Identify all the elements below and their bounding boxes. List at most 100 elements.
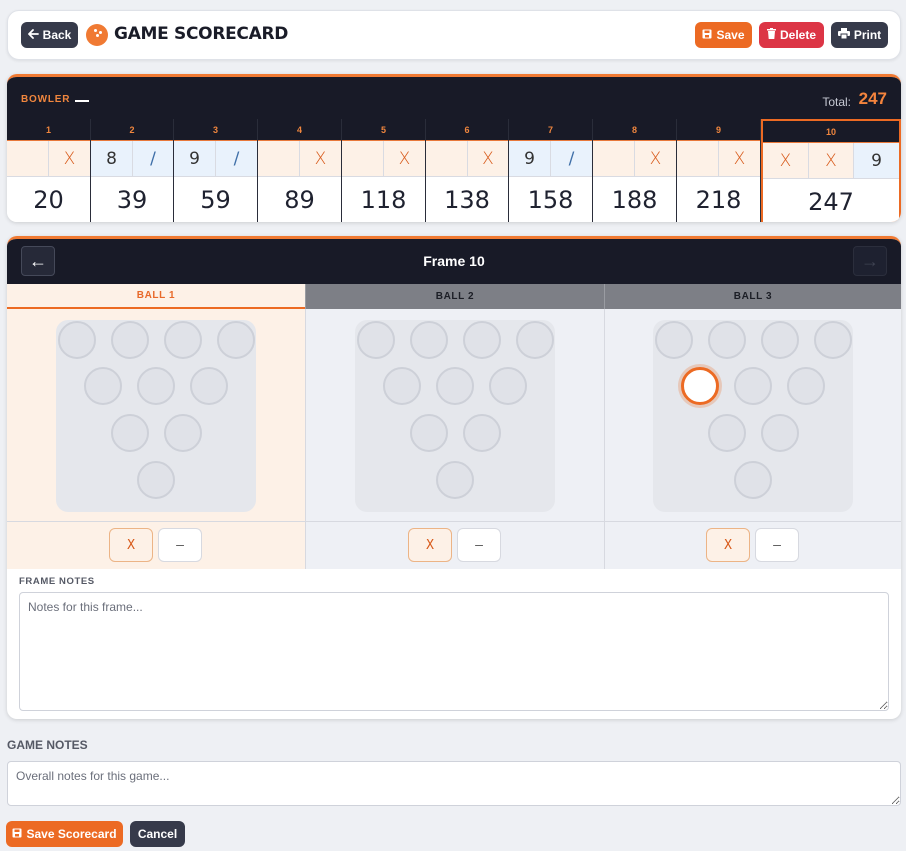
frame-score: 59: [174, 177, 257, 222]
bowling-pin[interactable]: [734, 367, 772, 405]
scorecard-header: BOWLER Total: 247: [7, 77, 901, 119]
frame-notes-label: FRAME NOTES: [19, 576, 95, 587]
bowling-pin[interactable]: [681, 367, 719, 405]
bowling-ball-icon: [86, 24, 108, 46]
tab-ball-1[interactable]: BALL 1: [7, 284, 305, 309]
frame-number: 3: [174, 119, 257, 141]
page-title: GAME SCORECARD: [114, 24, 289, 44]
bowler-label: BOWLER: [21, 94, 71, 105]
strike-button[interactable]: X: [408, 528, 452, 562]
frame-number: 8: [593, 119, 676, 141]
bowling-pin[interactable]: [137, 367, 175, 405]
bowling-pin[interactable]: [190, 367, 228, 405]
pin-deck: [355, 320, 555, 512]
bowling-pin[interactable]: [164, 414, 202, 452]
frame-5[interactable]: 5 X 118: [342, 119, 426, 222]
frame-number: 9: [677, 119, 760, 141]
miss-button[interactable]: –: [457, 528, 501, 562]
frame-number: 5: [342, 119, 425, 141]
bowling-pin[interactable]: [761, 321, 799, 359]
back-button[interactable]: Back: [21, 22, 78, 48]
save-scorecard-button[interactable]: Save Scorecard: [6, 821, 123, 847]
frame-10[interactable]: 10 X X 9 247: [761, 119, 901, 222]
ball-box: X: [467, 141, 508, 177]
ball-box: X: [718, 141, 760, 177]
frame-notes-input[interactable]: [19, 592, 889, 711]
print-button[interactable]: Print: [831, 22, 888, 48]
frame-number: 2: [91, 119, 173, 141]
bowling-pin[interactable]: [708, 414, 746, 452]
bowling-pin[interactable]: [489, 367, 527, 405]
strike-button[interactable]: X: [109, 528, 153, 562]
ball-box: [342, 141, 383, 177]
bowling-pin[interactable]: [516, 321, 554, 359]
delete-button[interactable]: Delete: [759, 22, 824, 48]
bowling-pin[interactable]: [787, 367, 825, 405]
game-notes-input[interactable]: [7, 761, 901, 806]
bowling-pin[interactable]: [436, 367, 474, 405]
bowling-pin[interactable]: [734, 461, 772, 499]
frame-4[interactable]: 4 X 89: [258, 119, 342, 222]
bowling-pin[interactable]: [655, 321, 693, 359]
ball-1-panel: [7, 309, 305, 521]
ball-box: X: [808, 143, 853, 179]
ball-box: [677, 141, 718, 177]
bowling-pin[interactable]: [58, 321, 96, 359]
bowling-pin[interactable]: [111, 414, 149, 452]
frame-score: 39: [91, 177, 173, 222]
save-button[interactable]: Save: [695, 22, 752, 48]
bowling-pin[interactable]: [111, 321, 149, 359]
bowling-pin[interactable]: [761, 414, 799, 452]
ball-box: [593, 141, 634, 177]
frame-6[interactable]: 6 X 138: [426, 119, 509, 222]
frame-2[interactable]: 2 8/39: [91, 119, 174, 222]
bowling-pin[interactable]: [164, 321, 202, 359]
ball-box: 8: [91, 141, 132, 177]
bowling-pin[interactable]: [814, 321, 852, 359]
bowling-pin[interactable]: [137, 461, 175, 499]
frame-7[interactable]: 7 9/158: [509, 119, 593, 222]
bowling-pin[interactable]: [436, 461, 474, 499]
bowling-pin[interactable]: [383, 367, 421, 405]
frame-1[interactable]: 1 X 20: [7, 119, 91, 222]
frame-number: 10: [763, 121, 899, 143]
bowling-pin[interactable]: [708, 321, 746, 359]
frame-score: 138: [426, 177, 508, 222]
frame-3[interactable]: 3 9/59: [174, 119, 258, 222]
ball-box: X: [299, 141, 341, 177]
ball-2-quick-buttons: X –: [305, 521, 604, 569]
next-frame-button[interactable]: →: [853, 246, 887, 276]
miss-button[interactable]: –: [755, 528, 799, 562]
bowling-pin[interactable]: [410, 321, 448, 359]
scorecard: BOWLER Total: 247 1 X 20 2 8/39 3 9/59 4 X 89 5 X 11…: [7, 74, 901, 222]
bowling-pin[interactable]: [84, 367, 122, 405]
frame-score: 247: [763, 179, 899, 222]
page-header: Back GAME SCORECARD Save Delete Print: [7, 10, 901, 60]
frame-9[interactable]: 9 X 218: [677, 119, 761, 222]
delete-label: Delete: [779, 28, 817, 42]
frame-number: 6: [426, 119, 508, 141]
ball-box: X: [48, 141, 90, 177]
cancel-button[interactable]: Cancel: [130, 821, 185, 847]
frame-8[interactable]: 8 X 188: [593, 119, 677, 222]
frame-editor: ← Frame 10 → BALL 1 BALL 2 BALL 3 X – X …: [7, 236, 901, 719]
bowling-pin[interactable]: [357, 321, 395, 359]
arrow-left-icon: [27, 28, 39, 42]
ball-box: /: [550, 141, 592, 177]
bowling-pin[interactable]: [217, 321, 255, 359]
total-score: 247: [858, 89, 887, 108]
tab-ball-2[interactable]: BALL 2: [305, 284, 604, 309]
floppy-disk-icon: [702, 28, 712, 42]
strike-button[interactable]: X: [706, 528, 750, 562]
bowling-pin[interactable]: [463, 414, 501, 452]
tab-ball-3[interactable]: BALL 3: [604, 284, 901, 309]
bowling-pin[interactable]: [463, 321, 501, 359]
ball-box: 9: [853, 143, 899, 179]
printer-icon: [837, 28, 850, 42]
frame-editor-header: ← Frame 10 →: [7, 239, 901, 284]
pin-deck: [56, 320, 256, 512]
bowling-pin[interactable]: [410, 414, 448, 452]
frame-number: 1: [7, 119, 90, 141]
tab-label: BALL 3: [733, 291, 773, 302]
miss-button[interactable]: –: [158, 528, 202, 562]
